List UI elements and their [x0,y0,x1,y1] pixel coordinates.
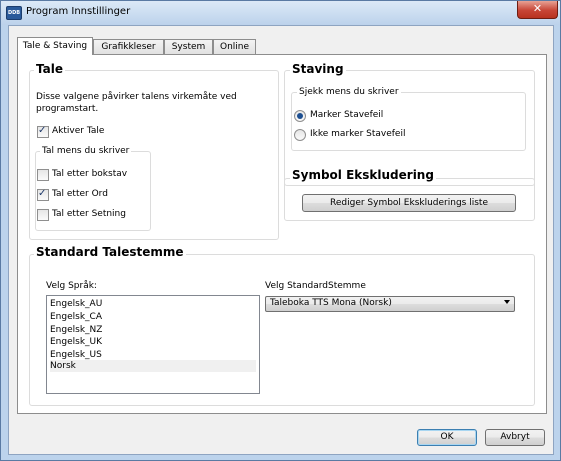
velg-standardstemme-label: Velg StandardStemme [265,281,366,291]
ikke-marker-stavefeil-label[interactable]: Ikke marker Stavefeil [310,129,405,139]
marker-stavefeil-radio[interactable] [294,110,306,122]
rediger-symbol-button[interactable]: Rediger Symbol Ekskluderings liste [302,194,516,212]
aktiver-tale-checkbox[interactable]: ✓ [37,125,49,138]
list-item-selected[interactable]: Norsk [50,360,256,372]
tal-etter-ord-checkbox[interactable]: ✓ [37,188,49,201]
cancel-button[interactable]: Avbryt [485,429,545,446]
radio-selected-dot [297,113,303,119]
tab-tale-staving[interactable]: Tale & Staving [17,37,93,55]
list-item[interactable]: Engelsk_AU [50,298,256,310]
tab-system[interactable]: System [164,39,213,54]
aktiver-tale-label[interactable]: Aktiver Tale [52,126,104,136]
chevron-down-icon [504,300,510,304]
sjekk-group [291,92,526,151]
tale-description-line2: programstart. [36,104,99,114]
language-listbox[interactable]: Engelsk_AU Engelsk_CA Engelsk_NZ Engelsk… [46,295,260,394]
tale-group-title: Tale [34,62,65,76]
standard-talestemme-title: Standard Talestemme [34,245,186,259]
close-button[interactable]: ✕ [517,1,558,19]
app-icon: DDB [6,6,22,20]
staving-group-title: Staving [290,62,346,76]
check-icon: ✓ [38,188,47,199]
window-title: Program Innstillinger [26,6,131,17]
list-item[interactable]: Engelsk_CA [50,311,256,323]
tal-mens-group-title: Tal mens du skriver [40,146,132,156]
tab-grafikkleser[interactable]: Grafikkleser [93,39,164,54]
sjekk-group-title: Sjekk mens du skriver [297,87,401,97]
tal-etter-ord-label[interactable]: Tal etter Ord [52,189,108,199]
dialog-window: DDB Program Innstillinger ✕ Tale & Stavi… [0,0,561,461]
check-icon: ✓ [38,125,47,136]
ikke-marker-stavefeil-radio[interactable] [294,129,306,141]
tale-description-line1: Disse valgene påvirker talens virkemåte … [36,92,237,102]
tal-etter-bokstav-label[interactable]: Tal etter bokstav [52,169,127,179]
dialog-client: Tale & Staving Grafikkleser System Onlin… [8,25,554,455]
symbol-group-title: Symbol Ekskludering [290,168,436,182]
tal-etter-bokstav-checkbox[interactable] [37,169,49,181]
marker-stavefeil-label[interactable]: Marker Stavefeil [310,110,383,120]
ok-button[interactable]: OK [417,429,477,446]
tab-online[interactable]: Online [213,39,256,54]
list-item[interactable]: Engelsk_UK [50,336,256,348]
tal-etter-setning-label[interactable]: Tal etter Setning [52,209,126,219]
list-item[interactable]: Engelsk_NZ [50,324,256,336]
voice-select[interactable]: Taleboka TTS Mona (Norsk) [265,296,515,312]
velg-sprak-label: Velg Språk: [46,281,97,291]
voice-select-value: Taleboka TTS Mona (Norsk) [270,298,392,308]
tal-etter-setning-checkbox[interactable] [37,209,49,221]
tab-panel: Tale Disse valgene påvirker talens virke… [17,54,547,414]
title-bar[interactable]: DDB Program Innstillinger ✕ [1,1,560,25]
